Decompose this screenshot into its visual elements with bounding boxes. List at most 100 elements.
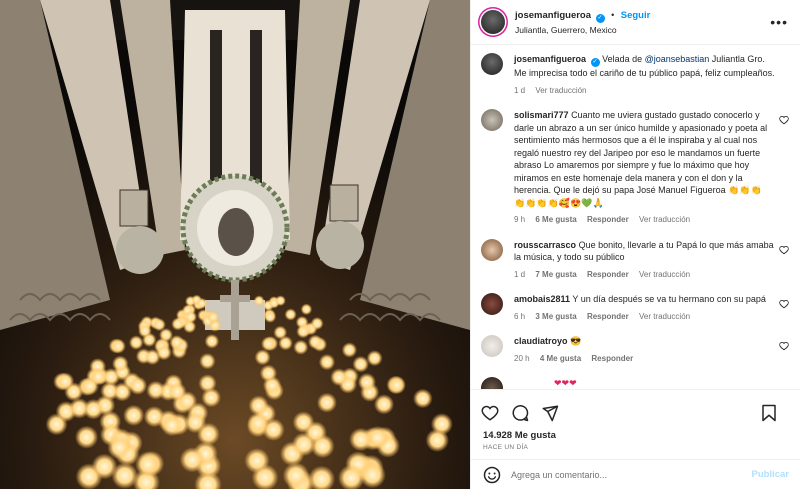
comment-likes[interactable]: 3 Me gusta bbox=[535, 312, 576, 321]
candle-glow bbox=[275, 295, 286, 307]
candle-glow bbox=[387, 375, 406, 395]
list-item: rousscarrasco Que bonito, llevarle a tu … bbox=[481, 238, 789, 282]
translate-link[interactable]: Ver traducción bbox=[535, 86, 586, 95]
heart-icon[interactable] bbox=[779, 245, 789, 255]
translate-link[interactable]: Ver traducción bbox=[639, 215, 690, 224]
caption-meta: 1 d Ver traducción bbox=[514, 85, 775, 98]
candle-glow bbox=[300, 303, 313, 316]
candle-glow bbox=[123, 404, 145, 426]
comment-text: ❤❤❤ bbox=[554, 378, 577, 388]
post-photo[interactable] bbox=[0, 0, 470, 489]
avatar[interactable] bbox=[481, 109, 503, 131]
candle-glow bbox=[247, 412, 269, 435]
candle-glow bbox=[308, 334, 323, 350]
comment-body: claudiatroyo 😎 20 h 4 Me gusta Responder bbox=[514, 335, 789, 365]
comment-input[interactable] bbox=[511, 469, 752, 480]
reply-button[interactable]: Responder bbox=[591, 354, 633, 363]
caption-time: 1 d bbox=[514, 85, 526, 95]
translate-link[interactable]: Ver traducción bbox=[639, 270, 690, 279]
caption-mention[interactable]: @joansebastian bbox=[645, 54, 710, 64]
comment-body: ❤❤❤ bbox=[514, 377, 789, 389]
candle-glow bbox=[75, 425, 99, 449]
heart-icon[interactable] bbox=[779, 299, 789, 309]
likes-count[interactable]: 14.928 Me gusta bbox=[471, 426, 800, 441]
comment-body: amobais2811 Y un día después se va tu he… bbox=[514, 293, 789, 323]
candle-glow bbox=[373, 394, 395, 415]
candle-glow bbox=[425, 428, 449, 452]
caption: josemanfigueroa ✓ Velada de @joansebasti… bbox=[481, 53, 789, 97]
comment-username[interactable]: amobais2811 bbox=[514, 294, 570, 304]
action-icons bbox=[471, 390, 800, 426]
avatar[interactable] bbox=[481, 377, 503, 389]
heart-icon[interactable] bbox=[779, 341, 789, 351]
candle-glow bbox=[349, 427, 373, 452]
post-time: HACE UN DÍA bbox=[483, 444, 529, 451]
candle-glow bbox=[89, 367, 108, 386]
candle-glow bbox=[284, 308, 297, 321]
comment-icon[interactable] bbox=[511, 404, 529, 422]
memorial-photo-illustration bbox=[0, 0, 470, 489]
post-actions: 14.928 Me gusta HACE UN DÍA Publicar bbox=[471, 389, 800, 489]
comment-text: Y un día después se va tu hermano con su… bbox=[572, 294, 766, 304]
post-header: josemanfigueroa ✓ • Seguir Juliantla, Gu… bbox=[471, 0, 800, 45]
comments-list[interactable]: josemanfigueroa ✓ Velada de @joansebasti… bbox=[471, 45, 800, 389]
more-options-icon[interactable]: ••• bbox=[770, 14, 788, 30]
caption-username[interactable]: josemanfigueroa bbox=[514, 54, 586, 64]
list-item: amobais2811 Y un día después se va tu he… bbox=[481, 293, 789, 323]
avatar[interactable] bbox=[481, 293, 503, 315]
candle-glow bbox=[138, 324, 152, 338]
list-item: claudiatroyo 😎 20 h 4 Me gusta Responder bbox=[481, 335, 789, 365]
comment-likes[interactable]: 7 Me gusta bbox=[535, 270, 576, 279]
separator-dot: • bbox=[611, 9, 615, 20]
comment-meta: 20 h 4 Me gusta Responder bbox=[514, 353, 775, 366]
candle-glow bbox=[143, 406, 165, 428]
comment-username[interactable]: solismari777 bbox=[514, 110, 569, 120]
candle-glow bbox=[56, 372, 75, 391]
candle-glow bbox=[83, 398, 104, 420]
candle-glow bbox=[310, 317, 324, 330]
location-link[interactable]: Juliantla, Guerrero, Mexico bbox=[515, 25, 770, 35]
reply-button[interactable]: Responder bbox=[587, 215, 629, 224]
comment-username[interactable]: rousscarrasco bbox=[514, 240, 576, 250]
candle-glow bbox=[204, 334, 220, 349]
candle-glow bbox=[261, 336, 276, 352]
candle-glow bbox=[197, 422, 220, 446]
publish-button[interactable]: Publicar bbox=[752, 469, 790, 480]
avatar[interactable] bbox=[481, 53, 503, 75]
share-icon[interactable] bbox=[541, 404, 559, 422]
caption-text: Velada de bbox=[602, 54, 645, 64]
comment-time: 20 h bbox=[514, 353, 530, 363]
candle-glow bbox=[199, 353, 216, 370]
candle-glow bbox=[273, 325, 288, 340]
comment-meta: 1 d 7 Me gusta Responder Ver traducción bbox=[514, 269, 775, 282]
comment-likes[interactable]: 6 Me gusta bbox=[535, 215, 576, 224]
candle-glow bbox=[352, 355, 370, 373]
comment-body: rousscarrasco Que bonito, llevarle a tu … bbox=[514, 239, 789, 282]
avatar[interactable] bbox=[481, 335, 503, 357]
candle-glow bbox=[196, 297, 208, 309]
candle-glow bbox=[206, 310, 220, 324]
candle-glow bbox=[171, 317, 185, 331]
emoji-icon[interactable] bbox=[483, 466, 501, 484]
reply-button[interactable]: Responder bbox=[587, 270, 629, 279]
add-comment-bar: Publicar bbox=[471, 459, 800, 489]
follow-button[interactable]: Seguir bbox=[621, 10, 651, 21]
comment-text: 😎 bbox=[570, 336, 582, 346]
candle-glow bbox=[254, 349, 271, 366]
candle-glow bbox=[316, 392, 337, 413]
heart-icon[interactable] bbox=[779, 115, 789, 125]
comment-likes[interactable]: 4 Me gusta bbox=[540, 354, 581, 363]
verified-badge-icon: ✓ bbox=[595, 13, 605, 23]
translate-link[interactable]: Ver traducción bbox=[639, 312, 690, 321]
comment-username[interactable]: claudiatroyo bbox=[514, 336, 568, 346]
heart-icon[interactable] bbox=[481, 404, 499, 422]
avatar[interactable] bbox=[481, 238, 503, 261]
reply-button[interactable]: Responder bbox=[587, 312, 629, 321]
comment-time: 6 h bbox=[514, 311, 526, 321]
avatar[interactable] bbox=[481, 10, 505, 34]
candle-glow bbox=[179, 447, 205, 473]
username-link[interactable]: josemanfigueroa bbox=[515, 10, 591, 21]
bookmark-icon[interactable] bbox=[761, 404, 777, 422]
caption-body: josemanfigueroa ✓ Velada de @joansebasti… bbox=[514, 53, 789, 97]
candle-glow bbox=[111, 462, 138, 489]
